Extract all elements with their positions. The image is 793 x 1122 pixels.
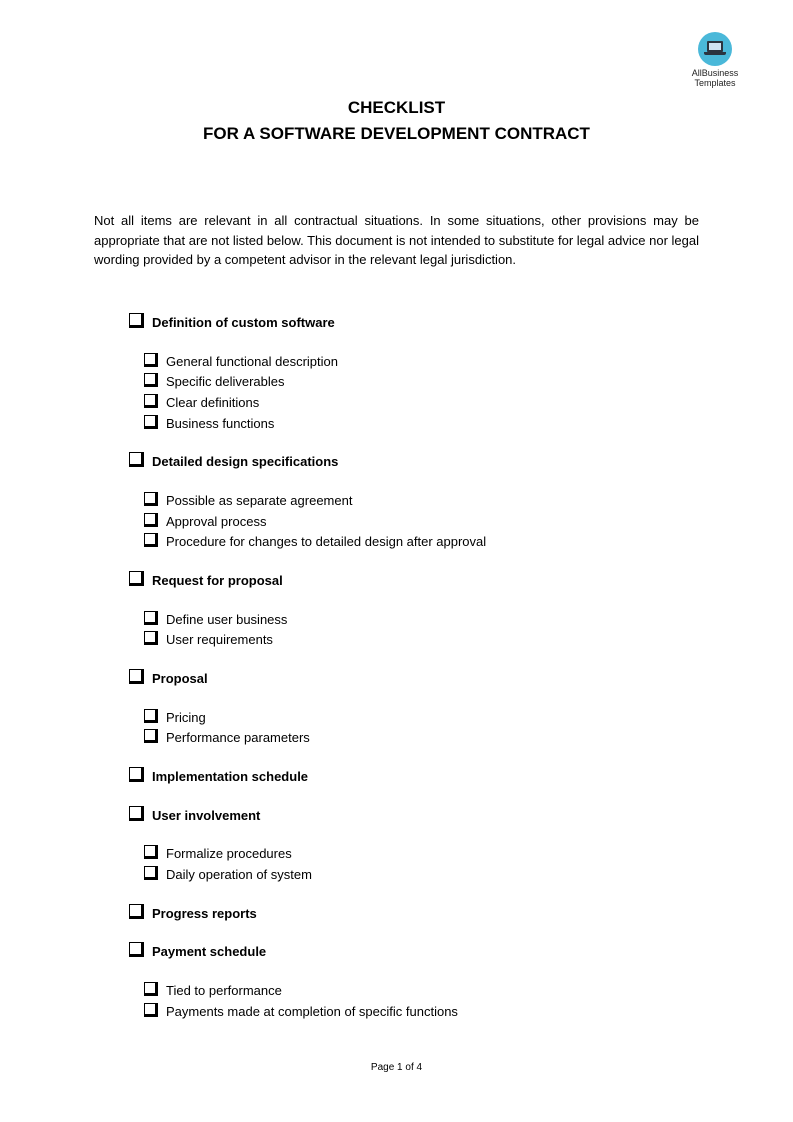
checkbox[interactable] (129, 571, 144, 586)
checkbox[interactable] (144, 981, 158, 996)
item-label: Daily operation of system (166, 867, 312, 882)
checkbox[interactable] (129, 942, 144, 957)
item-label: Tied to performance (166, 983, 282, 998)
checkbox[interactable] (144, 865, 158, 880)
section-label: Proposal (152, 671, 208, 686)
item-label: Clear definitions (166, 395, 260, 410)
section-label: Payment schedule (152, 944, 267, 959)
section-label: Progress reports (152, 906, 257, 921)
checklist-item: General functional description (144, 352, 338, 369)
checklist-item: Performance parameters (144, 728, 310, 745)
checkbox[interactable] (144, 512, 158, 527)
item-label: Procedure for changes to detailed design… (166, 534, 487, 549)
checklist-item: Specific deliverables (144, 372, 285, 389)
intro-paragraph: Not all items are relevant in all contra… (94, 213, 699, 267)
checkbox[interactable] (129, 313, 144, 328)
section-label: Implementation schedule (152, 769, 309, 784)
checklist-item: Approval process (144, 512, 267, 529)
item-label: Business functions (166, 416, 275, 431)
item-label: Payments made at completion of specific … (166, 1004, 458, 1019)
logo-text: AllBusiness Templates (680, 68, 750, 88)
item-label: Pricing (166, 710, 206, 725)
checklist-item: Formalize procedures (144, 844, 292, 861)
item-label: Approval process (166, 514, 267, 529)
checkbox[interactable] (144, 393, 158, 408)
page-number: Page 1 of 4 (370, 1062, 423, 1073)
checkbox[interactable] (129, 669, 144, 684)
checklist-item: Possible as separate agreement (144, 491, 353, 508)
logo-line-1: AllBusiness (691, 68, 739, 78)
checkbox[interactable] (144, 491, 158, 506)
checkbox[interactable] (144, 610, 158, 625)
item-label: Formalize procedures (166, 846, 292, 861)
checkbox[interactable] (144, 708, 158, 723)
checklist-section: Progress reports (129, 904, 257, 921)
document-title: CHECKLIST (347, 98, 446, 117)
checkbox[interactable] (129, 767, 144, 782)
checklist-section: Definition of custom software (129, 313, 335, 330)
checkbox[interactable] (144, 352, 158, 367)
checkbox[interactable] (129, 806, 144, 821)
item-label: General functional description (166, 354, 338, 369)
checklist-item: Pricing (144, 708, 206, 725)
checkbox[interactable] (144, 532, 158, 547)
item-label: Performance parameters (166, 730, 310, 745)
checklist-section: Detailed design specifications (129, 452, 339, 469)
checklist-item: Daily operation of system (144, 865, 312, 882)
section-label: Detailed design specifications (152, 454, 339, 469)
checkbox[interactable] (144, 1002, 158, 1017)
checkbox[interactable] (144, 728, 158, 743)
logo-line-2: Templates (694, 78, 736, 88)
checkbox[interactable] (144, 414, 158, 429)
checklist-section: Implementation schedule (129, 767, 309, 784)
checkbox[interactable] (144, 372, 158, 387)
section-label: User involvement (152, 808, 261, 823)
section-label: Request for proposal (152, 573, 283, 588)
laptop-icon (698, 32, 732, 66)
checkbox[interactable] (144, 630, 158, 645)
item-label: Define user business (166, 612, 288, 627)
brand-logo: AllBusiness Templates (680, 32, 750, 88)
checklist-item: Clear definitions (144, 393, 260, 410)
item-label: Specific deliverables (166, 374, 285, 389)
item-label: Possible as separate agreement (166, 493, 353, 508)
checklist-section: User involvement (129, 806, 261, 823)
checkbox[interactable] (144, 844, 158, 859)
checklist-item: Tied to performance (144, 981, 282, 998)
checklist-section: Payment schedule (129, 942, 267, 959)
checklist-item: User requirements (144, 630, 273, 647)
item-label: User requirements (166, 632, 273, 647)
checkbox[interactable] (129, 904, 144, 919)
checklist-item: Business functions (144, 414, 275, 431)
checklist-section: Proposal (129, 669, 208, 686)
section-label: Definition of custom software (152, 315, 335, 330)
document-subtitle: FOR A SOFTWARE DEVELOPMENT CONTRACT (203, 124, 590, 143)
checklist-item: Payments made at completion of specific … (144, 1002, 458, 1019)
checklist-section: Request for proposal (129, 571, 283, 588)
checklist-item: Procedure for changes to detailed design… (144, 532, 487, 549)
checkbox[interactable] (129, 452, 144, 467)
checklist-item: Define user business (144, 610, 288, 627)
